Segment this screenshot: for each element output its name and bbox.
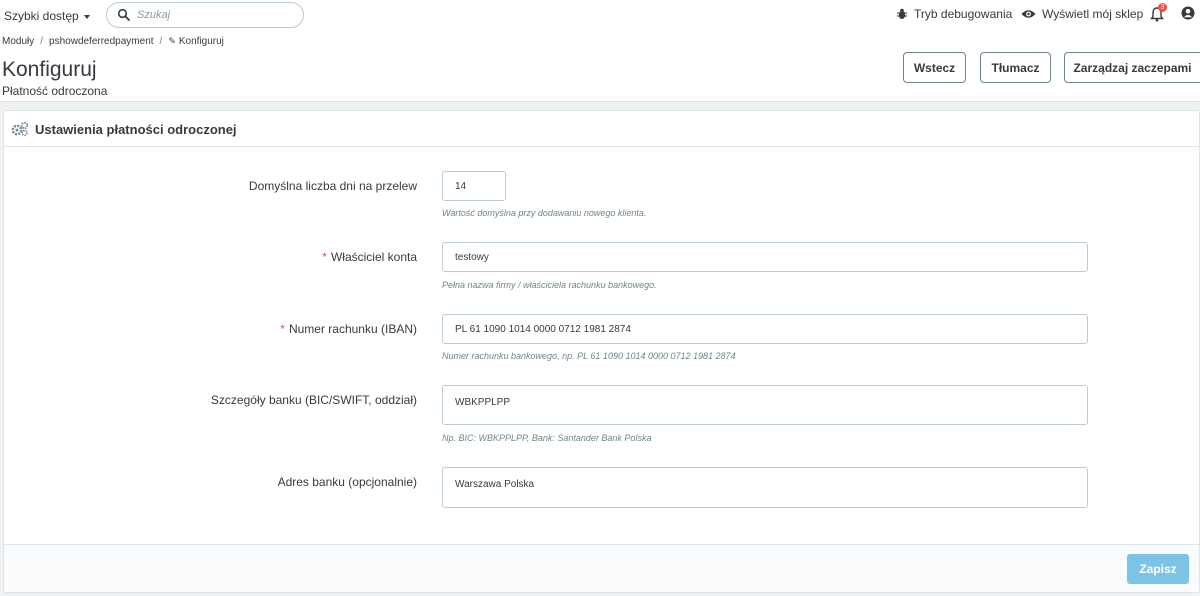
quick-access-dropdown[interactable]: Szybki dostęp — [4, 9, 90, 23]
bank-details-help: Np. BIC: WBKPPLPP, Bank: Santander Bank … — [442, 433, 652, 443]
notifications-badge: 3 — [1158, 3, 1167, 12]
account-owner-help: Pełna nazwa firmy / właściciela rachunku… — [442, 280, 657, 290]
form-row-account-owner: *Właściciel konta Pełna nazwa firmy / wł… — [4, 242, 1199, 302]
wrench-icon: ✎ — [168, 36, 176, 46]
bank-address-textarea[interactable]: Warszawa Polska — [442, 467, 1088, 508]
breadcrumb-item-configure: Konfiguruj — [178, 36, 224, 47]
breadcrumb: Moduły / pshowdeferredpayment / ✎ Konfiguruj — [2, 36, 224, 47]
form-row-bank-details: Szczegóły banku (BIC/SWIFT, oddział) WBK… — [4, 385, 1199, 455]
caret-down-icon — [83, 14, 90, 19]
iban-help: Numer rachunku bankowego, np. PL 61 1090… — [442, 351, 736, 361]
debug-mode-label: Tryb debugowania — [914, 7, 1013, 21]
bug-icon — [897, 8, 907, 19]
form-row-bank-address: Adres banku (opcjonalnie) Warszawa Polsk… — [4, 467, 1199, 511]
user-icon — [1181, 6, 1195, 20]
search-box — [106, 2, 304, 28]
panel-header: Ustawienia płatności odroczonej — [4, 111, 1199, 147]
iban-label: * Numer rachunku (IBAN) — [280, 322, 417, 336]
breadcrumb-item-modules[interactable]: Moduły — [2, 36, 34, 47]
view-store-label: Wyświetl mój sklep — [1042, 7, 1144, 21]
breadcrumb-item-module[interactable]: pshowdeferredpayment — [49, 36, 154, 47]
form-row-iban: *Numer rachunku (IBAN) Numer rachunku ba… — [4, 314, 1199, 374]
panel-footer: Zapisz — [4, 544, 1199, 592]
bank-details-textarea[interactable]: WBKPPLPP — [442, 385, 1088, 425]
top-bar: Szybki dostęp Tryb debugowania Wyświetl … — [0, 0, 1200, 30]
employee-menu-button[interactable] — [1181, 6, 1197, 22]
settings-panel: Ustawienia płatności odroczonej Domyślna… — [3, 110, 1200, 593]
default-days-help: Wartość domyślna przy dodawaniu nowego k… — [442, 208, 647, 218]
bank-address-label: Adres banku (opcjonalnie) — [277, 475, 417, 489]
breadcrumb-separator: / — [159, 36, 163, 47]
view-store-link[interactable]: Wyświetl mój sklep — [1021, 7, 1143, 21]
default-days-input[interactable] — [442, 171, 506, 201]
quick-access-label: Szybki dostęp — [4, 9, 79, 23]
default-days-label: Domyślna liczba dni na przelew — [248, 179, 417, 193]
account-owner-label: * Właściciel konta — [322, 250, 417, 264]
cogs-icon — [11, 121, 29, 137]
eye-icon — [1021, 10, 1036, 18]
iban-input[interactable] — [442, 314, 1088, 344]
back-button[interactable]: Wstecz — [903, 52, 966, 83]
manage-hooks-button[interactable]: Zarządzaj zaczepami — [1064, 52, 1200, 83]
required-asterisk: * — [322, 250, 327, 264]
save-button[interactable]: Zapisz — [1127, 554, 1189, 584]
form-row-default-days: Domyślna liczba dni na przelew Wartość d… — [4, 171, 1199, 231]
search-icon[interactable] — [117, 8, 131, 22]
breadcrumb-separator: / — [40, 36, 44, 47]
required-asterisk: * — [280, 322, 285, 336]
account-owner-input[interactable] — [442, 242, 1088, 272]
debug-mode-link[interactable]: Tryb debugowania — [896, 7, 1012, 21]
bank-details-label: Szczegóły banku (BIC/SWIFT, oddział) — [210, 393, 417, 407]
page-title: Konfiguruj — [2, 58, 97, 81]
panel-title: Ustawienia płatności odroczonej — [35, 122, 237, 137]
page-subtitle: Płatność odroczona — [2, 84, 108, 98]
page-header: Moduły / pshowdeferredpayment / ✎ Konfiguruj … — [0, 30, 1200, 102]
search-input[interactable] — [137, 7, 297, 23]
notifications-button[interactable]: 3 — [1150, 3, 1167, 22]
translate-button[interactable]: Tłumacz — [980, 52, 1051, 83]
